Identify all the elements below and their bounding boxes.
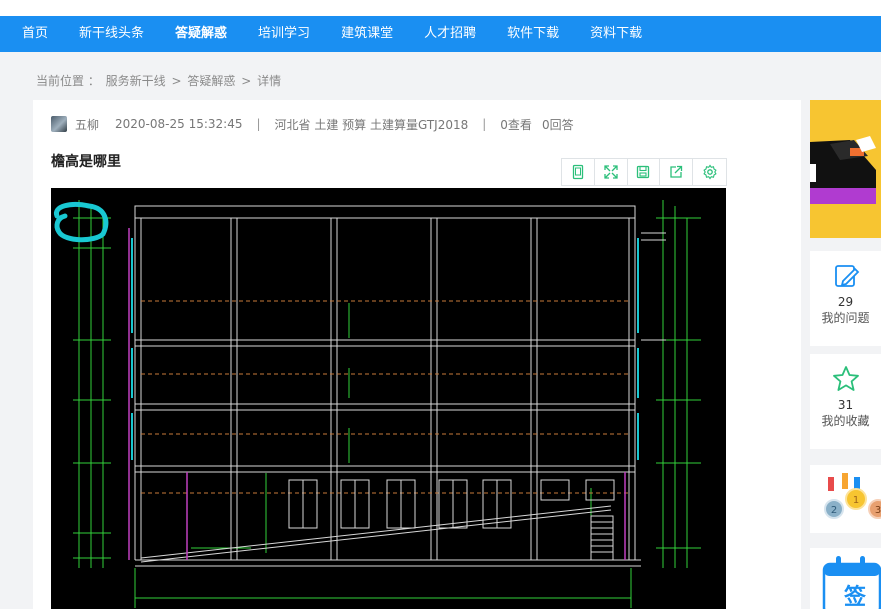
author-name[interactable]: 五柳 bbox=[75, 116, 99, 133]
breadcrumb-item-detail: 详情 bbox=[257, 74, 282, 88]
answer-count: 0回答 bbox=[541, 117, 574, 132]
fit-page-button[interactable] bbox=[562, 159, 595, 185]
fullscreen-icon bbox=[604, 165, 618, 179]
breadcrumb-item-qa[interactable]: 答疑解惑 bbox=[187, 74, 235, 88]
my-questions-count: 29 bbox=[837, 295, 854, 309]
fit-page-icon bbox=[572, 164, 584, 180]
promo-banner[interactable] bbox=[810, 100, 881, 238]
save-button[interactable] bbox=[628, 159, 661, 185]
post-datetime: 2020-08-25 15:32:45 bbox=[115, 117, 243, 131]
my-questions-label: 我的问题 bbox=[821, 311, 870, 325]
meta-divider: | bbox=[482, 117, 487, 131]
top-strip bbox=[0, 0, 881, 16]
star-icon bbox=[832, 366, 859, 391]
breadcrumb-prefix: 当前位置 ： bbox=[36, 74, 100, 88]
question-title: 檐高是哪里 bbox=[51, 154, 121, 170]
share-button[interactable] bbox=[660, 159, 694, 185]
settings-button[interactable] bbox=[693, 159, 726, 185]
my-favorites-count: 31 bbox=[837, 398, 854, 412]
breadcrumb: 当前位置 ： 服务新干线 > 答疑解惑 > 详情 bbox=[36, 72, 283, 89]
my-favorites-label: 我的收藏 bbox=[821, 414, 870, 428]
nav-item-headlines[interactable]: 新干线头条 bbox=[79, 16, 144, 52]
svg-text:1: 1 bbox=[853, 495, 859, 506]
nav-item-jobs[interactable]: 人才招聘 bbox=[424, 16, 476, 52]
image-toolbar bbox=[561, 158, 727, 186]
nav-item-training[interactable]: 培训学习 bbox=[258, 16, 310, 52]
sign-in-label: 签 bbox=[844, 585, 867, 609]
svg-text:2: 2 bbox=[831, 505, 837, 516]
nav-item-materials[interactable]: 资料下载 bbox=[590, 16, 642, 52]
save-icon bbox=[637, 165, 650, 179]
medals-icon: 2 1 3 bbox=[824, 473, 881, 519]
my-favorites-card[interactable]: 31 我的收藏 bbox=[810, 354, 881, 449]
edit-icon bbox=[834, 265, 859, 287]
breadcrumb-item-service[interactable]: 服务新干线 bbox=[106, 74, 166, 88]
question-card: 五柳 2020-08-25 15:32:45 | 河北省 土建 预算 土建算量G… bbox=[33, 100, 801, 609]
share-icon bbox=[670, 165, 683, 178]
breadcrumb-separator: > bbox=[171, 74, 182, 88]
meta-divider: | bbox=[256, 117, 261, 131]
main-nav: 首页 新干线头条 答疑解惑 培训学习 建筑课堂 人才招聘 软件下载 资料下载 bbox=[0, 16, 881, 52]
fullscreen-button[interactable] bbox=[595, 159, 628, 185]
promo-illustration bbox=[810, 100, 881, 238]
cad-drawing-image[interactable] bbox=[51, 188, 726, 609]
sign-in-card[interactable]: 签 bbox=[810, 548, 881, 609]
breadcrumb-separator: > bbox=[241, 74, 252, 88]
question-tags: 河北省 土建 预算 土建算量GTJ2018 bbox=[274, 117, 469, 132]
my-questions-card[interactable]: 29 我的问题 bbox=[810, 251, 881, 346]
settings-icon bbox=[702, 164, 717, 180]
nav-item-home[interactable]: 首页 bbox=[22, 16, 48, 52]
svg-text:3: 3 bbox=[875, 505, 881, 516]
nav-item-qa[interactable]: 答疑解惑 bbox=[175, 16, 227, 52]
view-count: 0查看 bbox=[500, 117, 532, 132]
ranking-card[interactable]: 2 1 3 bbox=[810, 465, 881, 533]
nav-item-software[interactable]: 软件下载 bbox=[507, 16, 559, 52]
nav-item-classroom[interactable]: 建筑课堂 bbox=[341, 16, 393, 52]
question-meta: 五柳 2020-08-25 15:32:45 | 河北省 土建 预算 土建算量G… bbox=[51, 115, 574, 133]
building-section-drawing bbox=[54, 200, 701, 608]
avatar[interactable] bbox=[51, 116, 67, 132]
